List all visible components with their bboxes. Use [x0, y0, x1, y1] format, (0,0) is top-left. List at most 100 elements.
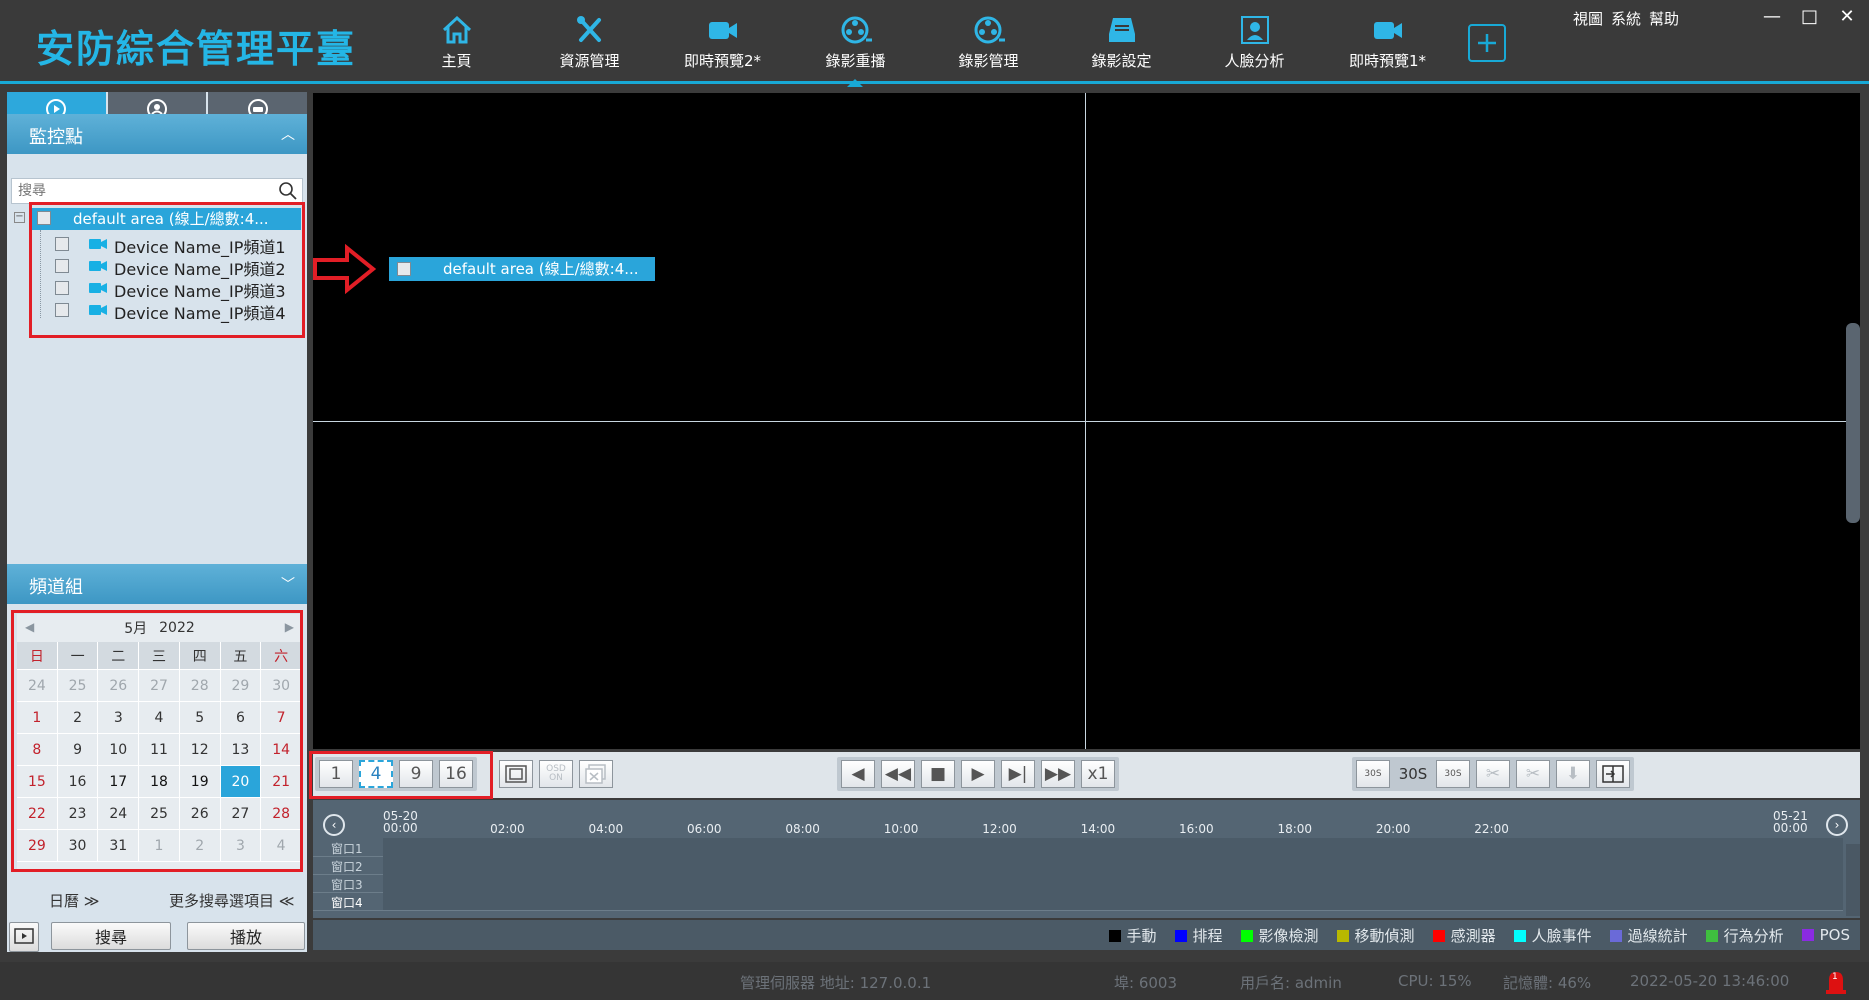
timeline-track[interactable] [383, 856, 1843, 874]
legend-item: 影像檢測 [1240, 925, 1319, 946]
timeline-prev-icon[interactable]: ‹ [323, 814, 345, 836]
stop-button[interactable]: ■ [921, 760, 955, 788]
dragged-area-item[interactable]: default area (線上/總數:4... [389, 257, 655, 281]
timeline-tick-label: 22:00 [1474, 822, 1509, 836]
next-frame-button[interactable]: ▶| [1001, 760, 1035, 788]
video-camera-icon [708, 22, 737, 39]
nav-live-preview-1[interactable]: 即時預覽1* [1321, 0, 1454, 84]
close-button[interactable]: ✕ [1839, 6, 1855, 27]
timeline-tick-label: 14:00 [1080, 822, 1116, 836]
menu-system[interactable]: 系統 [1611, 8, 1641, 29]
user-name: 用戶名: admin [1240, 974, 1342, 992]
timeline-row-label: 窗口2 [331, 860, 363, 874]
step-back-icon: ◀ [851, 764, 865, 784]
fullscreen-button[interactable] [499, 760, 533, 788]
legend-item: 感測器 [1432, 925, 1496, 946]
menu-help[interactable]: 幫助 [1649, 8, 1679, 29]
search-field[interactable] [11, 178, 303, 204]
playback-screen-icon [14, 928, 34, 944]
download-button[interactable]: ⬇ [1556, 760, 1590, 788]
calendar-toggle[interactable]: 日曆 ≫ [49, 890, 100, 911]
speed-button[interactable]: x1 [1081, 760, 1115, 788]
video-camera-icon [1373, 22, 1402, 39]
top-bar: 安防綜合管理平臺 主頁 資源管理 即時預覽2* 錄影重播 錄影管理 錄影設定 人 [0, 0, 1869, 87]
window-controls: — □ ✕ [1763, 6, 1855, 27]
nav-record-settings[interactable]: 錄影設定 [1055, 0, 1188, 84]
alarm-button[interactable]: 1 [1825, 968, 1847, 996]
nav-resource-management[interactable]: 資源管理 [523, 0, 656, 84]
fast-forward-button[interactable]: ▶▶ [1041, 760, 1075, 788]
timeline-rows: 窗口1 窗口2 窗口3 窗口4 [313, 838, 1860, 918]
play-button[interactable]: 播放 [187, 922, 305, 950]
alarm-count: 1 [1832, 972, 1838, 982]
nav-face-analysis[interactable]: 人臉分析 [1188, 0, 1321, 84]
timeline-row-label: 窗口4 [331, 896, 363, 910]
rewind-button[interactable]: ◀◀ [881, 760, 915, 788]
scissors-icon: ✂ [1525, 764, 1541, 784]
timeline-tick-label: 02:00 [490, 822, 525, 836]
clip-start-button[interactable]: ✂ [1476, 760, 1510, 788]
timeline-row[interactable]: 窗口1 [313, 838, 1843, 857]
timeline-next-icon[interactable]: › [1826, 814, 1848, 836]
stop-icon: ■ [929, 764, 947, 784]
download-icon: ⬇ [1565, 764, 1581, 784]
timeline-tick-label: 04:00 [588, 822, 624, 836]
search-icon[interactable] [278, 181, 298, 201]
legend-label: 行為分析 [1723, 926, 1784, 945]
playback-mode-button[interactable] [9, 922, 39, 952]
legend-label: 排程 [1192, 926, 1223, 945]
skip-forward-30s-button[interactable]: 30S [1436, 760, 1470, 788]
cpu-usage: CPU: 15% [1398, 972, 1472, 990]
date-time: 2022-05-20 13:46:00 [1630, 972, 1790, 990]
timeline-track[interactable] [383, 838, 1843, 856]
menu-view[interactable]: 視圖 [1573, 8, 1603, 29]
collapse-toggle[interactable]: − [14, 212, 25, 223]
timeline-track[interactable] [383, 874, 1843, 892]
plus-icon [1478, 34, 1496, 52]
legend-swatch [1240, 929, 1253, 942]
nav-playback[interactable]: 錄影重播 [789, 0, 922, 87]
search-button[interactable]: 搜尋 [51, 922, 171, 950]
close-all-button[interactable] [579, 760, 613, 788]
search-input[interactable] [12, 179, 262, 203]
legend-swatch [1432, 929, 1445, 942]
face-frame-icon [1240, 16, 1269, 44]
nav-record-management[interactable]: 錄影管理 [922, 0, 1055, 84]
timeline-row[interactable]: 窗口2 [313, 856, 1843, 875]
memory-usage: 記憶體: 46% [1503, 974, 1592, 992]
legend-label: POS [1819, 926, 1850, 944]
clip-buttons: 30S 30S 30S ✂ ✂ ⬇ [1352, 757, 1634, 791]
prev-frame-button[interactable]: ◀ [841, 760, 875, 788]
timeline-tick-label: 12:00 [982, 822, 1017, 836]
skip-back-30s-button[interactable]: 30S [1356, 760, 1390, 788]
legend-label: 過線統計 [1627, 926, 1688, 945]
drag-checkbox [397, 262, 411, 276]
timeline-tick-label: 18:00 [1277, 822, 1313, 836]
play-pause-button[interactable]: ▶ [961, 760, 995, 788]
osd-toggle-button[interactable]: OSD ON [539, 760, 573, 788]
nav-live-preview-2[interactable]: 即時預覽2* [656, 0, 789, 84]
timeline-row[interactable]: 窗口4 [313, 892, 1843, 911]
timeline-scrollbar[interactable] [1846, 844, 1860, 916]
timeline-row[interactable]: 窗口3 [313, 874, 1843, 893]
clip-end-button[interactable]: ✂ [1516, 760, 1550, 788]
monitor-points-header[interactable]: 監控點 ︿ [7, 114, 307, 154]
sync-playback-button[interactable] [1596, 760, 1630, 788]
video-grid[interactable]: default area (線上/總數:4... [313, 93, 1860, 749]
add-tab-button[interactable] [1468, 24, 1506, 62]
skip-back-icon: 30S [1364, 769, 1382, 779]
scissors-icon: ✂ [1485, 764, 1501, 784]
more-search-options[interactable]: 更多搜尋選項目 ≪ [169, 890, 295, 911]
timeline-tick-label: 16:00 [1179, 822, 1214, 836]
sync-play-icon [1602, 765, 1624, 783]
channel-group-header[interactable]: 頻道組 ﹀ [7, 564, 307, 604]
playback-controls: 1 4 9 16 OSD ON ◀ ◀◀ ■ ▶ ▶| ▶▶ x1 30S 30… [309, 751, 1860, 799]
video-scrollbar[interactable] [1846, 323, 1860, 523]
legend-item: 手動 [1108, 925, 1157, 946]
minimize-button[interactable]: — [1763, 6, 1781, 27]
main-nav: 主頁 資源管理 即時預覽2* 錄影重播 錄影管理 錄影設定 人臉分析 即時預覽1… [390, 0, 1454, 87]
nav-home[interactable]: 主頁 [390, 0, 523, 84]
timeline-track[interactable] [383, 892, 1843, 910]
timeline[interactable]: ‹ 05-20 00:00 02:00 04:00 06:00 08:00 10:00 1… [313, 800, 1860, 918]
maximize-button[interactable]: □ [1801, 6, 1818, 27]
